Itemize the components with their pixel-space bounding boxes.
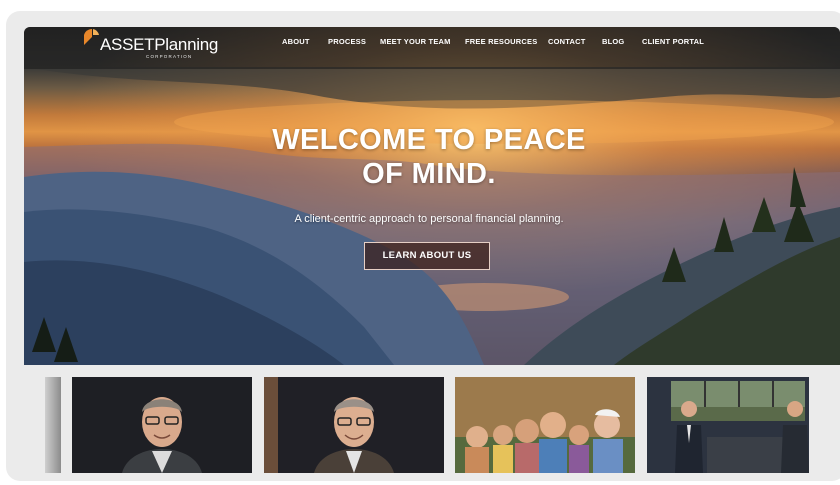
nav-contact[interactable]: CONTACT	[548, 37, 586, 46]
top-navigation-bar: ASSETPlanning CORPORATION ABOUT PROCESS …	[24, 27, 840, 69]
nav-blog[interactable]: BLOG	[602, 37, 624, 46]
hero-banner: ASSETPlanning CORPORATION ABOUT PROCESS …	[24, 27, 840, 365]
nav-about[interactable]: ABOUT	[282, 37, 310, 46]
video-thumbnail-row	[6, 377, 840, 481]
hero-headline: WELCOME TO PEACE OF MIND.	[272, 124, 586, 190]
thumbnail-partial[interactable]	[45, 377, 61, 473]
logo-subtitle: CORPORATION	[146, 54, 193, 59]
person-image	[72, 377, 252, 473]
thumbnail-interview-1[interactable]	[72, 377, 252, 473]
thumbnail-interview-2[interactable]	[264, 377, 444, 473]
nav-process[interactable]: PROCESS	[328, 37, 366, 46]
nav-free-resources[interactable]: FREE RESOURCES	[465, 37, 537, 46]
hero-background-image	[24, 27, 840, 365]
page-frame: ASSETPlanning CORPORATION ABOUT PROCESS …	[6, 11, 840, 481]
nav-meet-your-team[interactable]: MEET YOUR TEAM	[380, 37, 451, 46]
person-image	[264, 377, 444, 473]
logo-wordmark[interactable]: ASSETPlanning	[100, 35, 218, 55]
thumbnail-tv-studio[interactable]	[647, 377, 809, 473]
thumbnail-family[interactable]	[455, 377, 635, 473]
hero-tagline: A client-centric approach to personal fi…	[294, 213, 564, 225]
learn-about-us-button[interactable]: LEARN ABOUT US	[364, 242, 490, 270]
nav-client-portal[interactable]: CLIENT PORTAL	[642, 37, 704, 46]
tv-studio-image	[647, 377, 809, 473]
family-image	[455, 377, 635, 473]
logo-mark-icon[interactable]	[82, 29, 100, 47]
